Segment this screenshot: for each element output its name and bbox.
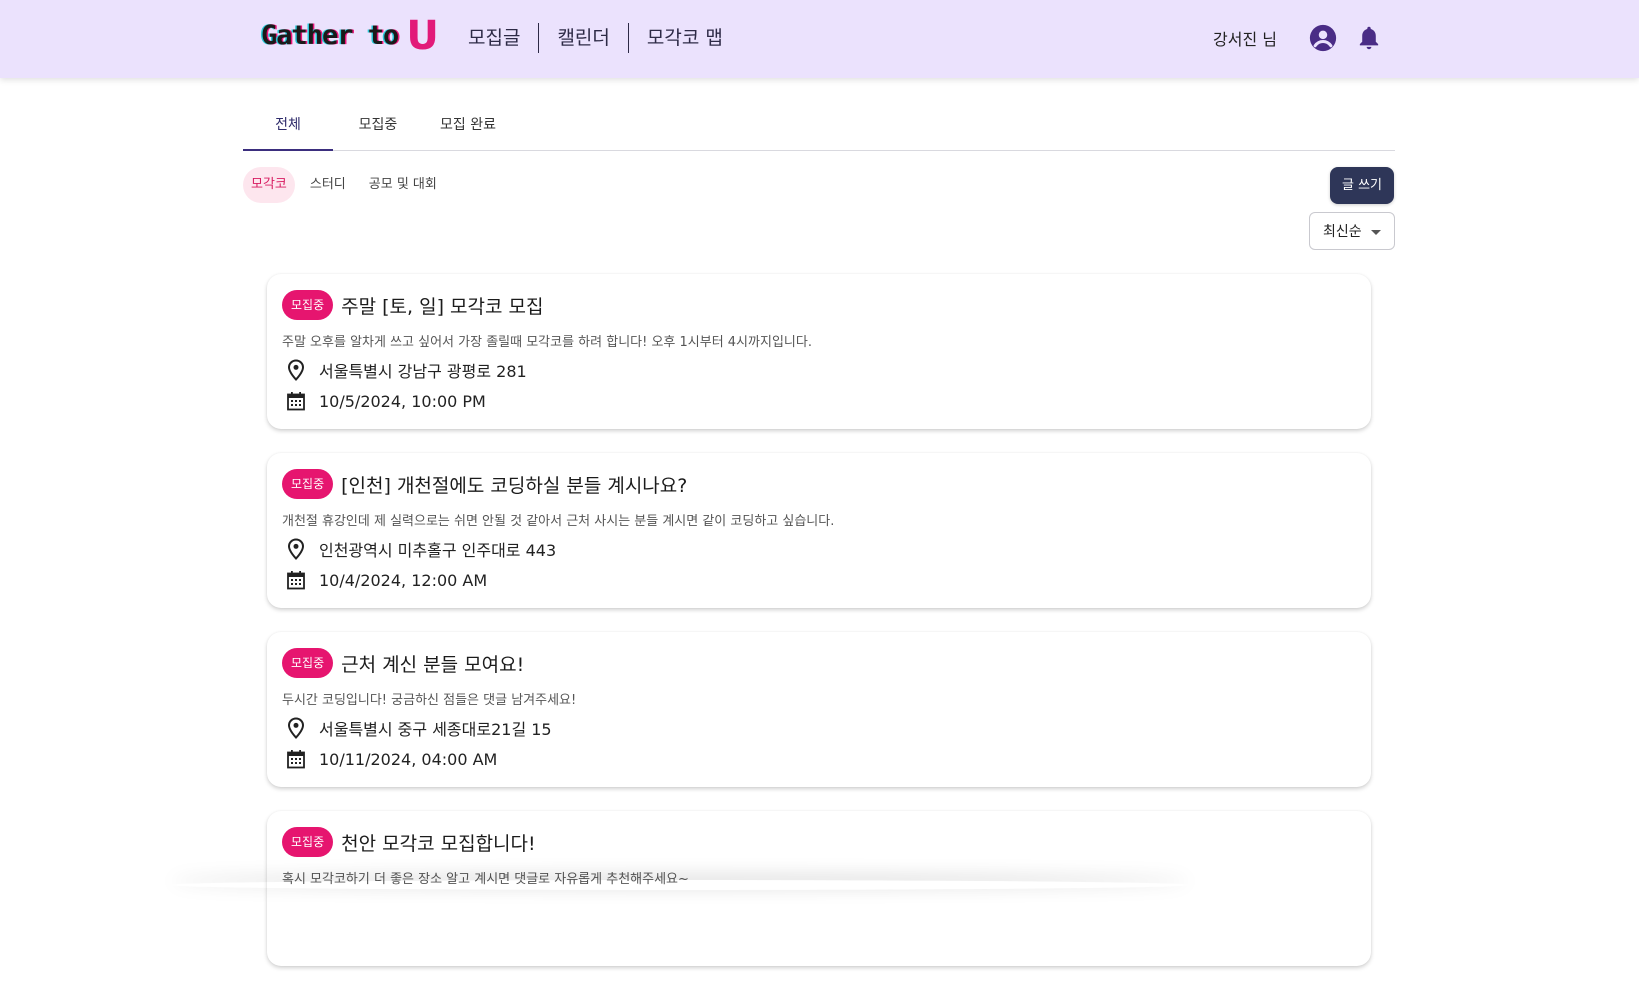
chip-study[interactable]: 스터디: [302, 167, 354, 203]
status-tabs: 전체 모집중 모집 완료: [243, 106, 1395, 151]
status-badge: 모집중: [282, 827, 334, 857]
nav-item-map[interactable]: 모각코 맵: [629, 22, 741, 54]
nav-item-posts[interactable]: 모집글: [450, 22, 538, 54]
post-location-row: 서울특별시 중구 세종대로21길 15: [285, 716, 552, 740]
chip-mogakco[interactable]: 모각코: [243, 167, 295, 203]
post-title: 주말 [토, 일] 모각코 모집: [341, 295, 544, 318]
tab-recruiting[interactable]: 모집중: [333, 106, 423, 150]
post-date: 10/4/2024, 12:00 AM: [319, 570, 488, 590]
calendar-icon: [285, 748, 307, 770]
category-chips: 모각코 스터디 공모 및 대회: [243, 167, 452, 203]
post-card[interactable]: 모집중 주말 [토, 일] 모각코 모집 주말 오후를 알차게 쓰고 싶어서 가…: [267, 274, 1371, 429]
post-location: 서울특별시 강남구 광평로 281: [319, 362, 527, 381]
post-date: 10/5/2024, 10:00 PM: [319, 391, 486, 411]
bottom-sheet-shadow: [170, 880, 1190, 890]
write-post-button[interactable]: 글 쓰기: [1330, 167, 1394, 204]
logo-accent: U: [406, 13, 439, 59]
post-card-header: 모집중 [인천] 개천절에도 코딩하실 분들 계시나요?: [282, 469, 687, 499]
map-pin-icon: [285, 359, 307, 381]
post-location: 인천광역시 미추홀구 인주대로 443: [319, 541, 557, 560]
status-badge: 모집중: [282, 648, 334, 678]
sort-select[interactable]: 최신순: [1309, 212, 1395, 250]
post-date: 10/11/2024, 04:00 AM: [319, 749, 498, 769]
post-date-row: 10/4/2024, 12:00 AM: [285, 569, 487, 591]
main-nav: 모집글 캘린더 모각코 맵: [450, 22, 741, 54]
logo[interactable]: Gather to U: [261, 14, 439, 58]
bell-icon[interactable]: [1351, 20, 1387, 56]
post-card[interactable]: 모집중 근처 계신 분들 모여요! 두시간 코딩입니다! 궁금하신 점들은 댓글…: [267, 632, 1371, 787]
account-circle-icon[interactable]: [1305, 20, 1341, 56]
post-location-row: 인천광역시 미추홀구 인주대로 443: [285, 537, 556, 561]
map-pin-icon: [285, 538, 307, 560]
caret-down-icon: [1371, 230, 1381, 235]
sort-selected-value: 최신순: [1323, 224, 1362, 240]
post-location: 서울특별시 중구 세종대로21길 15: [319, 720, 552, 739]
status-badge: 모집중: [282, 290, 334, 320]
status-badge: 모집중: [282, 469, 334, 499]
user-area: 강서진 님: [1213, 20, 1387, 56]
post-title: 근처 계신 분들 모여요!: [341, 653, 525, 676]
post-title: [인천] 개천절에도 코딩하실 분들 계시나요?: [341, 474, 688, 497]
chip-contest[interactable]: 공모 및 대회: [361, 167, 445, 203]
post-card-header: 모집중 천안 모각코 모집합니다!: [282, 827, 536, 857]
user-name: 강서진 님: [1213, 30, 1277, 49]
post-description: 주말 오후를 알차게 쓰고 싶어서 가장 졸릴때 모각코를 하려 합니다! 오후…: [282, 335, 812, 350]
tab-closed[interactable]: 모집 완료: [423, 106, 513, 150]
logo-text: Gather to: [261, 20, 399, 51]
post-description: 두시간 코딩입니다! 궁금하신 점들은 댓글 남겨주세요!: [282, 693, 577, 708]
post-location-row: 서울특별시 강남구 광평로 281: [285, 358, 527, 382]
post-title: 천안 모각코 모집합니다!: [341, 832, 536, 855]
post-card-header: 모집중 근처 계신 분들 모여요!: [282, 648, 524, 678]
post-card-header: 모집중 주말 [토, 일] 모각코 모집: [282, 290, 543, 320]
nav-item-calendar[interactable]: 캘린더: [539, 22, 627, 54]
tab-all[interactable]: 전체: [243, 106, 333, 151]
post-card[interactable]: 모집중 [인천] 개천절에도 코딩하실 분들 계시나요? 개천절 휴강인데 제 …: [267, 453, 1371, 608]
calendar-icon: [285, 390, 307, 412]
calendar-icon: [285, 569, 307, 591]
top-app-bar: Gather to U 모집글 캘린더 모각코 맵 강서진 님: [0, 0, 1639, 78]
post-date-row: 10/5/2024, 10:00 PM: [285, 390, 486, 412]
post-description: 개천절 휴강인데 제 실력으로는 쉬면 안될 것 같아서 근처 사시는 분들 계…: [282, 514, 835, 529]
map-pin-icon: [285, 717, 307, 739]
post-date-row: 10/11/2024, 04:00 AM: [285, 748, 497, 770]
